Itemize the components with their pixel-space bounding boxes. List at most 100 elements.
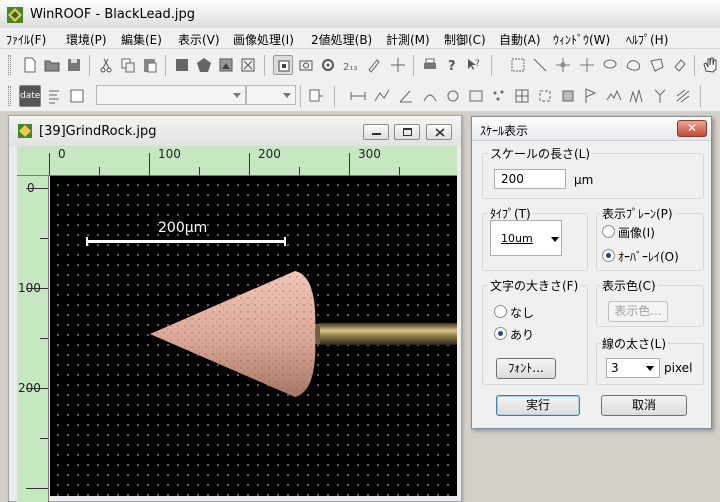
camera-icon[interactable] bbox=[296, 55, 316, 75]
line-tool-icon[interactable] bbox=[530, 55, 550, 75]
menu-measure[interactable]: 計測(M) bbox=[386, 31, 430, 48]
dialog-titlebar[interactable]: ｽｹｰﾙ表示 ✕ bbox=[472, 117, 711, 141]
date-stamp-button[interactable]: date bbox=[19, 85, 41, 107]
menu-edit[interactable]: 編集(E) bbox=[121, 31, 162, 48]
pencil-icon[interactable] bbox=[364, 55, 384, 75]
hand-pan-icon[interactable] bbox=[700, 55, 720, 75]
print-icon[interactable] bbox=[420, 55, 440, 75]
size-combo[interactable] bbox=[246, 85, 296, 105]
menu-bar: ﾌｧｲﾙ(F) 環境(P) 編集(E) 表示(V) 画像処理(I) 2値処理(B… bbox=[0, 28, 720, 49]
measure-area-icon[interactable] bbox=[558, 86, 578, 106]
eraser-icon[interactable] bbox=[670, 55, 690, 75]
measure-grid-icon[interactable] bbox=[512, 86, 532, 106]
plane-overlay-label: ｵｰﾊﾞｰﾚｲ(O) bbox=[618, 250, 679, 264]
polygon-icon[interactable] bbox=[647, 55, 667, 75]
measure-count-icon[interactable] bbox=[489, 86, 509, 106]
toolbar-secondary: date bbox=[0, 80, 720, 112]
measure-fiber-icon[interactable] bbox=[673, 86, 693, 106]
font-button[interactable]: ﾌｫﾝﾄ... bbox=[496, 358, 556, 379]
chevron-down-icon bbox=[551, 237, 559, 242]
image-window[interactable]: [39]GrindRock.jpg 0 100 200 300 0 100 20… bbox=[8, 115, 462, 502]
cancel-button[interactable]: 取消 bbox=[601, 395, 687, 416]
plane-image-radio[interactable] bbox=[602, 225, 615, 238]
image-window-titlebar[interactable]: [39]GrindRock.jpg bbox=[9, 116, 461, 146]
frame-icon[interactable] bbox=[67, 86, 87, 106]
lasso-icon[interactable] bbox=[600, 55, 620, 75]
measure-profile-icon[interactable] bbox=[604, 86, 624, 106]
scale-display-icon[interactable] bbox=[273, 55, 293, 75]
open-folder-icon[interactable] bbox=[42, 55, 62, 75]
line-width-value: 3 bbox=[611, 361, 619, 375]
menu-view[interactable]: 表示(V) bbox=[178, 31, 220, 48]
run-button[interactable]: 実行 bbox=[496, 395, 580, 416]
menu-image-processing[interactable]: 画像処理(I) bbox=[233, 31, 294, 48]
image-canvas[interactable]: 200μm bbox=[50, 176, 457, 496]
gear-icon[interactable] bbox=[318, 55, 338, 75]
text-align-icon[interactable] bbox=[45, 86, 65, 106]
x-frame-icon[interactable] bbox=[238, 55, 258, 75]
crosshair-icon[interactable] bbox=[388, 55, 408, 75]
text-size-on-label: あり bbox=[510, 328, 535, 342]
cut-icon[interactable] bbox=[96, 55, 116, 75]
measure-box-icon[interactable] bbox=[466, 86, 486, 106]
ruler-x-label: 200 bbox=[258, 147, 281, 161]
line-width-unit: pixel bbox=[664, 361, 693, 375]
ruler-x-label: 0 bbox=[58, 147, 66, 161]
menu-help[interactable]: ﾍﾙﾌﾟ(H) bbox=[626, 31, 668, 48]
maximize-button[interactable] bbox=[394, 124, 420, 140]
line-width-select[interactable]: 3 bbox=[606, 358, 660, 378]
menu-binary-processing[interactable]: 2値処理(B) bbox=[311, 31, 372, 48]
ruler-y-label: 100 bbox=[18, 281, 41, 295]
ruler-y-label: 200 bbox=[18, 381, 41, 395]
new-file-icon[interactable] bbox=[20, 55, 40, 75]
measure-distance-icon[interactable] bbox=[348, 86, 368, 106]
menu-environment[interactable]: 環境(P) bbox=[66, 31, 107, 48]
text-size-none-radio[interactable] bbox=[494, 305, 507, 318]
measure-arc-icon[interactable] bbox=[420, 86, 440, 106]
grinding-stone-image bbox=[150, 271, 457, 397]
plane-overlay-radio[interactable] bbox=[602, 249, 615, 262]
copy-icon[interactable] bbox=[118, 55, 138, 75]
scale-length-input[interactable]: 200 bbox=[494, 169, 566, 189]
measure-path-icon[interactable] bbox=[372, 86, 392, 106]
shape-icon[interactable] bbox=[194, 55, 214, 75]
winroof-logo-icon bbox=[7, 7, 23, 23]
paste-icon[interactable] bbox=[140, 55, 160, 75]
image-filter-icon[interactable] bbox=[216, 55, 236, 75]
select-rect-icon[interactable] bbox=[508, 55, 528, 75]
freeform-icon[interactable] bbox=[623, 55, 643, 75]
measure-angle-icon[interactable] bbox=[396, 86, 416, 106]
measure-branch-icon[interactable] bbox=[650, 86, 670, 106]
measure-flag-icon[interactable] bbox=[581, 86, 601, 106]
dialog-close-button[interactable]: ✕ bbox=[677, 120, 707, 137]
menu-window[interactable]: ｳｨﾝﾄﾞｳ(W) bbox=[553, 31, 610, 48]
minimize-button[interactable] bbox=[363, 124, 389, 140]
measure-outline-icon[interactable] bbox=[535, 86, 555, 106]
book-icon[interactable] bbox=[172, 55, 192, 75]
toolbar-grip[interactable] bbox=[8, 86, 11, 106]
context-help-icon[interactable]: ? bbox=[464, 55, 484, 75]
menu-file[interactable]: ﾌｧｲﾙ(F) bbox=[6, 31, 46, 48]
move-icon[interactable] bbox=[553, 55, 573, 75]
app-title: WinROOF - BlackLead.jpg bbox=[30, 7, 196, 22]
text-size-none-label: なし bbox=[510, 306, 535, 320]
display-plane-label: 表示ﾌﾟﾚｰﾝ(P) bbox=[600, 205, 675, 222]
display-color-button[interactable]: 表示色... bbox=[608, 301, 668, 322]
scale-type-select[interactable]: 10um bbox=[490, 220, 562, 256]
close-button[interactable] bbox=[426, 124, 452, 140]
threshold-icon[interactable]: 2₁₃ bbox=[340, 55, 360, 75]
font-combo[interactable] bbox=[96, 85, 246, 105]
move-all-icon[interactable] bbox=[577, 55, 597, 75]
toolbar-grip[interactable] bbox=[8, 55, 11, 75]
scale-display-dialog[interactable]: ｽｹｰﾙ表示 ✕ スケールの長さ(L) 200 μm ﾀｲﾌﾟ(T) 10um … bbox=[471, 116, 712, 429]
measure-circle-icon[interactable] bbox=[443, 86, 463, 106]
save-icon[interactable] bbox=[64, 55, 84, 75]
help-icon[interactable]: ? bbox=[442, 55, 462, 75]
ruler-x-label: 100 bbox=[158, 147, 181, 161]
menu-auto[interactable]: 自動(A) bbox=[499, 31, 541, 48]
measure-peaks-icon[interactable] bbox=[627, 86, 647, 106]
text-size-on-radio[interactable] bbox=[494, 327, 507, 340]
line-width-label: 線の太さ(L) bbox=[600, 335, 669, 352]
annotate-icon[interactable] bbox=[306, 86, 326, 106]
menu-control[interactable]: 制御(C) bbox=[444, 31, 486, 48]
